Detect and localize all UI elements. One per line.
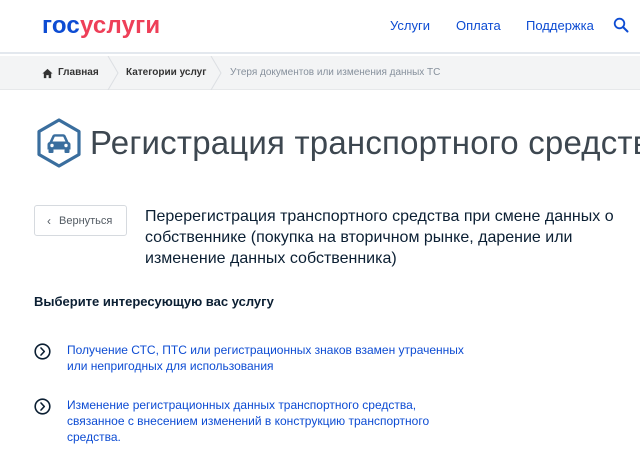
breadcrumb-separator <box>210 56 222 90</box>
service-link-change-construction[interactable]: Изменение регистрационных данных транспо… <box>34 397 467 445</box>
home-icon <box>42 68 53 78</box>
breadcrumb: Главная Категории услуг Утеря документов… <box>0 56 640 90</box>
chevron-left-icon: ‹ <box>47 213 51 228</box>
gosuslugi-logo[interactable]: госуслуги <box>42 12 160 40</box>
nav-link-payment[interactable]: Оплата <box>456 18 501 34</box>
service-link-replace-documents[interactable]: Получение СТС, ПТС или регистрационных з… <box>34 342 467 374</box>
logo-part-a: гос <box>42 12 80 39</box>
breadcrumb-categories[interactable]: Категории услуг <box>126 56 206 90</box>
site-header: госуслуги Услуги Оплата Поддержка <box>0 0 640 54</box>
service-subtitle: Перерегистрация транспортного средства п… <box>145 208 614 267</box>
chevron-right-circle-icon <box>34 398 51 415</box>
back-button-label: Вернуться <box>59 214 113 227</box>
service-link-label: Изменение регистрационных данных транспо… <box>67 398 430 444</box>
chevron-right-circle-icon <box>34 343 51 360</box>
search-icon[interactable] <box>613 17 629 33</box>
service-link-label: Получение СТС, ПТС или регистрационных з… <box>67 343 464 373</box>
logo-part-b: услуги <box>79 12 161 39</box>
breadcrumb-home-label: Главная <box>58 67 99 78</box>
car-icon <box>37 118 81 168</box>
breadcrumb-home[interactable]: Главная <box>42 56 99 90</box>
page-title: Регистрация транспортного средства <box>90 124 640 161</box>
breadcrumb-separator <box>107 56 119 90</box>
breadcrumb-current: Утеря документов или изменения данных ТС <box>230 67 441 78</box>
section-heading: Выберите интересующую вас услугу <box>34 294 274 309</box>
nav-link-services[interactable]: Услуги <box>390 18 430 34</box>
back-button[interactable]: ‹ Вернуться <box>34 205 127 236</box>
nav-link-support[interactable]: Поддержка <box>526 18 594 34</box>
